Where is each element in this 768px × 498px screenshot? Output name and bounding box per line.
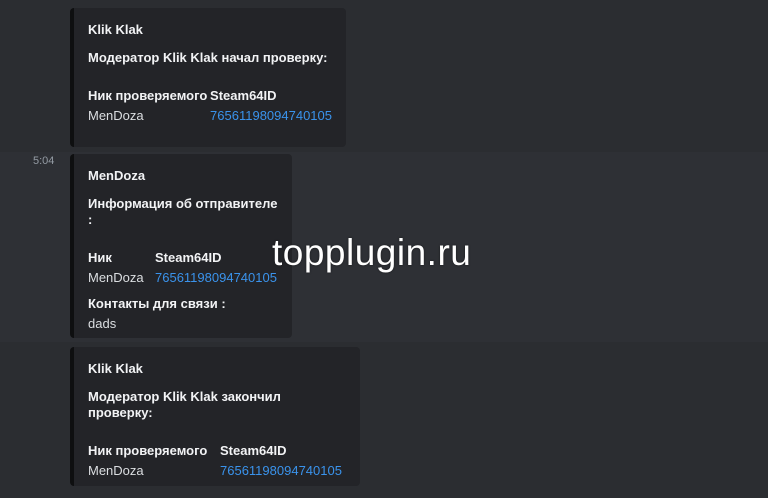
embed-author: Klik Klak — [88, 22, 143, 37]
field-value: MenDoza — [88, 463, 144, 478]
steam64id-link[interactable]: 76561198094740105 — [210, 108, 332, 124]
field-name: Steam64ID — [210, 88, 277, 103]
field-name: Контакты для связи : — [88, 296, 226, 311]
message-end-check: Klik Klak Модератор Klik Klak закончил п… — [0, 344, 768, 494]
field-steam64id: Steam64ID 76561198094740105 — [210, 88, 332, 124]
field-name: Ник проверяемого — [88, 443, 208, 458]
field-contacts: Контакты для связи : dads — [88, 296, 278, 332]
steam64id-link[interactable]: 76561198094740105 — [155, 270, 277, 286]
embed-title: Модератор Klik Klak начал проверку: — [88, 50, 328, 65]
field-steam64id: Steam64ID 76561198094740105 — [220, 443, 342, 479]
embed-title: Модератор Klik Klak закончил проверку: — [88, 389, 281, 420]
message-start-check: Klik Klak Модератор Klik Klak начал пров… — [0, 0, 768, 150]
field-nickname: Ник проверяемого MenDoza — [88, 88, 210, 124]
field-nickname: Ник MenDoza — [88, 250, 155, 286]
embed-card: Klik Klak Модератор Klik Klak закончил п… — [70, 347, 360, 486]
embed-fields: Ник проверяемого MenDoza Steam64ID 76561… — [88, 443, 346, 479]
field-name: Ник — [88, 250, 112, 265]
embed-card: MenDoza Информация об отправителе : Ник … — [70, 154, 292, 338]
field-value: MenDoza — [88, 270, 144, 285]
field-name: Ник проверяемого — [88, 88, 208, 103]
embed-author: MenDoza — [88, 168, 146, 183]
message-timestamp: 5:04 — [33, 155, 55, 167]
chat-view: Klik Klak Модератор Klik Klak начал пров… — [0, 0, 768, 498]
field-value: dads — [88, 316, 117, 331]
field-steam64id: Steam64ID 76561198094740105 — [155, 250, 277, 286]
embed-fields: Ник проверяемого MenDoza Steam64ID 76561… — [88, 88, 332, 124]
embed-author: Klik Klak — [88, 361, 143, 376]
field-name: Steam64ID — [155, 250, 222, 265]
field-nickname: Ник проверяемого MenDoza — [88, 443, 220, 479]
field-name: Steam64ID — [220, 443, 287, 458]
embed-fields: Ник MenDoza Steam64ID 76561198094740105 — [88, 250, 278, 286]
field-value: MenDoza — [88, 108, 144, 123]
embed-card: Klik Klak Модератор Klik Klak начал пров… — [70, 8, 346, 147]
watermark-text: topplugin.ru — [272, 232, 472, 273]
embed-title: Информация об отправителе : — [88, 196, 278, 227]
steam64id-link[interactable]: 76561198094740105 — [220, 463, 342, 479]
